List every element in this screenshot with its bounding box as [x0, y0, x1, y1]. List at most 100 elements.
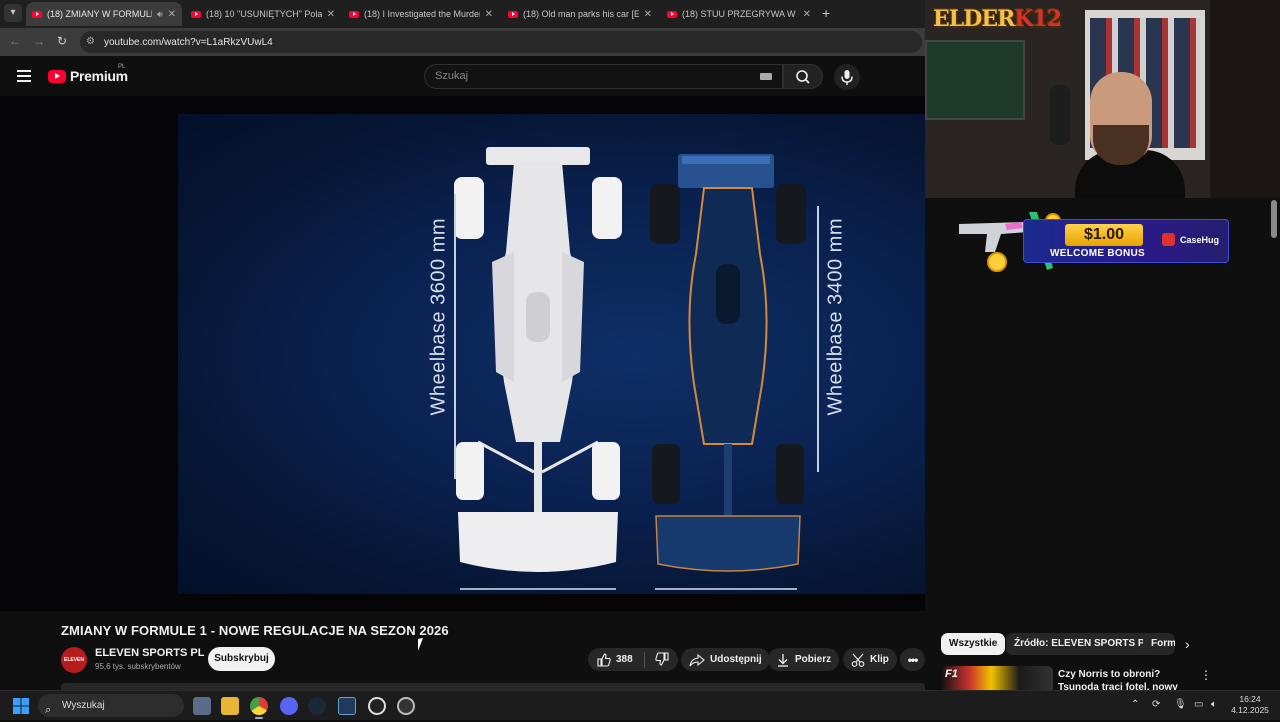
youtube-favicon-icon: [667, 11, 677, 18]
menu-hamburger-icon[interactable]: [17, 70, 31, 82]
streamer-logo-main: ELDER: [933, 6, 1014, 32]
search-icon: [784, 65, 824, 90]
tab-close-icon[interactable]: ✕: [327, 9, 335, 20]
download-button[interactable]: Pobierz: [768, 648, 839, 671]
reco-thumb-text: F1: [945, 668, 958, 680]
windows-taskbar: ⌕ Wyszukaj ⌃ ⟳ 🎙︎ ▭ 🔈︎ 16:24 4.12.2025: [0, 690, 1280, 720]
tab-close-icon[interactable]: ✕: [485, 9, 493, 20]
browser-tab-active[interactable]: (18) ZMIANY W FORMULE 1 - NOWE REGULACJE…: [26, 2, 182, 26]
forward-arrow-icon[interactable]: →: [33, 34, 45, 48]
tray-display-icon[interactable]: ▭: [1194, 699, 1203, 710]
clock-time: 16:24: [1228, 694, 1272, 705]
download-icon: [776, 653, 790, 667]
reco-thumbnail[interactable]: F1: [941, 666, 1053, 690]
chrome-icon[interactable]: [250, 697, 268, 715]
reco-menu-icon[interactable]: ⋮: [1200, 668, 1212, 682]
reload-icon[interactable]: ↻: [57, 34, 67, 48]
browser-tab[interactable]: (18) Old man parks his car [ENG ✕: [502, 2, 658, 26]
youtube-premium-logo[interactable]: Premium PL: [48, 68, 128, 84]
tab-title: (18) Old man parks his car [ENG: [523, 9, 639, 19]
back-arrow-icon[interactable]: ←: [9, 34, 21, 48]
description-box[interactable]: [61, 683, 925, 690]
blue-f1-car-illustration: [648, 144, 808, 584]
wheelbase-left-line: [454, 194, 456, 479]
subscribe-button[interactable]: Subskrybuj: [208, 647, 275, 671]
tab-close-icon[interactable]: ✕: [803, 9, 811, 20]
search-button[interactable]: [783, 64, 823, 89]
wheelbase-right-line: [817, 206, 819, 472]
browser-tab[interactable]: (18) 10 "USUNIĘTYCH" Polaków ✕: [185, 2, 341, 26]
browser-tab[interactable]: (18) STUU PRZEGRYWA W SĄDZIE ✕: [661, 2, 817, 26]
taskbar-clock[interactable]: 16:24 4.12.2025: [1228, 694, 1272, 716]
tray-chevron-up-icon[interactable]: ⌃: [1131, 699, 1139, 710]
steam-icon[interactable]: [308, 697, 326, 715]
logo-text: Premium: [70, 68, 128, 84]
streamer-logo: ELDERK12: [933, 6, 1061, 32]
taskbar-search-input[interactable]: ⌕ Wyszukaj: [38, 694, 184, 717]
more-actions-button[interactable]: •••: [900, 648, 925, 671]
browser-tab-bar: ▾ (18) ZMIANY W FORMULE 1 - NOWE REGULAC…: [0, 0, 925, 28]
tab-title: (18) I Investigated the Murder of: [364, 9, 480, 19]
video-info: ZMIANY W FORMULE 1 - NOWE REGULACJE NA S…: [0, 611, 925, 690]
promo-banner: $1.00 WELCOME BONUS CaseHug: [955, 204, 1229, 274]
channel-avatar[interactable]: ELEVEN SPORTS: [61, 647, 87, 673]
page-scrollbar[interactable]: [1271, 200, 1277, 238]
tab-title: (18) ZMIANY W FORMULE 1 - NOWE REGULACJE…: [47, 9, 152, 19]
speaker-icon[interactable]: 🔊︎: [157, 9, 163, 20]
tray-volume-icon[interactable]: 🔈︎: [1211, 699, 1217, 710]
tray-sync-icon[interactable]: ⟳: [1152, 699, 1160, 710]
youtube-favicon-icon: [508, 11, 518, 18]
thumbs-down-icon[interactable]: [655, 652, 670, 667]
tab-close-icon[interactable]: ✕: [644, 9, 652, 20]
clip-label: Klip: [870, 654, 889, 665]
app-icon[interactable]: [338, 697, 356, 715]
ground-line-left: [460, 588, 616, 590]
headphones: [1050, 85, 1070, 145]
url-text: youtube.com/watch?v=L1aRkzVUwL4: [104, 37, 273, 48]
active-app-indicator: [255, 717, 263, 719]
thumbs-up-icon[interactable]: [596, 652, 611, 667]
chip-all[interactable]: Wszystkie: [941, 633, 1005, 655]
chip-source[interactable]: Źródło: ELEVEN SPORTS PL: [1006, 633, 1159, 655]
voice-search-button[interactable]: [834, 64, 860, 90]
clip-button[interactable]: Klip: [843, 648, 897, 671]
youtube-favicon-icon: [32, 11, 42, 18]
tray-mic-icon[interactable]: 🎙︎: [1174, 699, 1187, 710]
browser-tab[interactable]: (18) I Investigated the Murder of ✕: [343, 2, 499, 26]
keyboard-icon[interactable]: [760, 73, 772, 80]
app-icon-2[interactable]: [397, 697, 415, 715]
share-label: Udostępnij: [710, 654, 762, 665]
chip-formula[interactable]: Formuła 1: [1143, 633, 1175, 655]
video-title: ZMIANY W FORMULE 1 - NOWE REGULACJE NA S…: [61, 623, 449, 638]
tab-close-icon[interactable]: ✕: [168, 9, 176, 20]
file-explorer-icon[interactable]: [221, 697, 239, 715]
site-info-icon[interactable]: ⚙: [86, 36, 95, 47]
more-dots-icon: •••: [908, 653, 918, 667]
logo-region: PL: [118, 64, 125, 70]
search-input[interactable]: Szukaj: [424, 64, 783, 89]
url-bar[interactable]: ⚙ youtube.com/watch?v=L1aRkzVUwL4: [80, 31, 922, 53]
like-count[interactable]: 388: [616, 654, 633, 665]
share-button[interactable]: Udostępnij: [681, 648, 770, 671]
reco-title[interactable]: Czy Norris to obroni? Tsunoda traci fote…: [1058, 668, 1190, 690]
aquarium: [925, 40, 1025, 120]
download-label: Pobierz: [795, 654, 831, 665]
obs-icon[interactable]: [368, 697, 386, 715]
tab-search-chevron-icon[interactable]: ▾: [4, 4, 22, 22]
wall-right: [1210, 0, 1280, 198]
streamer-webcam: ELDERK12: [925, 0, 1280, 198]
new-tab-plus-icon[interactable]: +: [822, 5, 830, 21]
promo-text: WELCOME BONUS: [1050, 248, 1145, 259]
video-frame: Wheelbase 3600 mm Wheelbase 3400 mm: [178, 114, 925, 594]
search-placeholder: Szukaj: [435, 70, 468, 82]
wheelbase-left-label: Wheelbase 3600 mm: [428, 236, 451, 416]
search-icon: ⌕: [45, 699, 51, 722]
promo-amount: $1.00: [1065, 224, 1143, 246]
windows-start-icon[interactable]: [13, 698, 29, 714]
ground-line-right: [655, 588, 797, 590]
video-player[interactable]: Wheelbase 3600 mm Wheelbase 3400 mm: [0, 96, 925, 611]
channel-name[interactable]: ELEVEN SPORTS PL: [95, 647, 204, 659]
discord-icon[interactable]: [280, 697, 298, 715]
chevron-right-icon[interactable]: ›: [1185, 636, 1190, 652]
task-view-icon[interactable]: [193, 697, 211, 715]
